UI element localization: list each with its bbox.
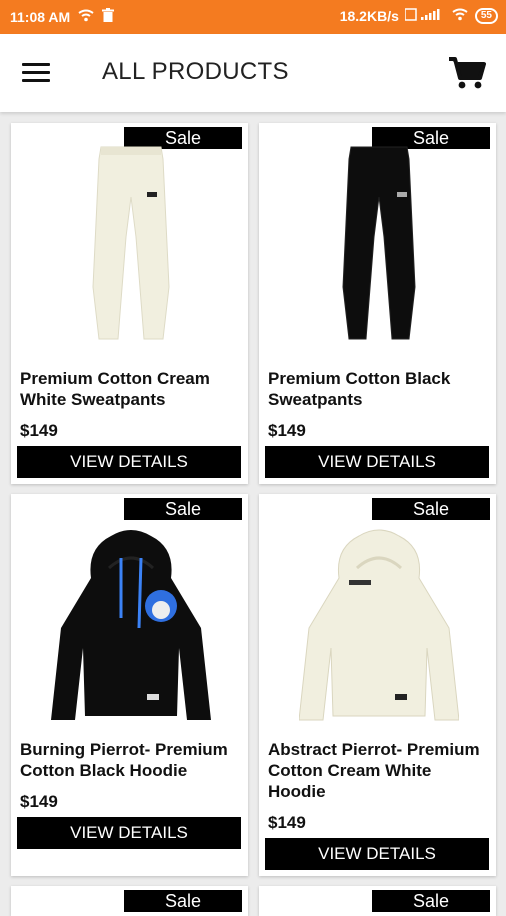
product-card[interactable]: Sale Premium Cotton Cream White Sweatpan… (11, 123, 248, 484)
sale-badge: Sale (124, 890, 242, 912)
product-name: Burning Pierrot- Premium Cotton Black Ho… (20, 740, 228, 780)
product-image[interactable] (299, 508, 459, 722)
trash-icon (102, 8, 115, 25)
view-details-button[interactable]: VIEW DETAILS (265, 838, 489, 870)
product-price: $149 (20, 421, 58, 440)
product-card[interactable]: Sale Premium Cotton Black Sweatpants $14… (259, 123, 496, 484)
product-image[interactable] (299, 137, 459, 351)
page-title: ALL PRODUCTS (102, 58, 289, 85)
product-price: $149 (20, 792, 58, 811)
sale-badge: Sale (372, 890, 490, 912)
status-time: 11:08 AM (10, 8, 71, 25)
cart-icon[interactable] (448, 56, 486, 90)
product-card[interactable]: Sale (11, 886, 248, 916)
product-price: $149 (268, 813, 306, 832)
menu-icon[interactable] (22, 63, 50, 83)
product-name: Premium Cotton Cream White Sweatpants (20, 369, 210, 409)
app-bar: ALL PRODUCTS (0, 34, 506, 112)
wifi-icon (78, 9, 94, 25)
product-card[interactable]: Sale Burning Pierrot- Premium Cotton Bla… (11, 494, 248, 876)
signal-icon (404, 8, 445, 24)
product-name: Premium Cotton Black Sweatpants (268, 369, 451, 409)
product-image[interactable] (51, 137, 211, 351)
product-card[interactable]: Sale Abstract Pierrot- Premium Cotton Cr… (259, 494, 496, 876)
product-price: $149 (268, 421, 306, 440)
wifi-icon (451, 8, 469, 24)
product-name: Abstract Pierrot- Premium Cotton Cream W… (268, 740, 480, 801)
status-bar: 11:08 AM 18.2KB/s 55 (0, 0, 506, 34)
view-details-button[interactable]: VIEW DETAILS (17, 446, 241, 478)
battery-icon: 55 (474, 8, 498, 24)
view-details-button[interactable]: VIEW DETAILS (265, 446, 489, 478)
view-details-button[interactable]: VIEW DETAILS (17, 817, 241, 849)
product-card[interactable]: Sale (259, 886, 496, 916)
network-speed: 18.2KB/s (339, 8, 399, 24)
product-image[interactable] (51, 508, 211, 722)
